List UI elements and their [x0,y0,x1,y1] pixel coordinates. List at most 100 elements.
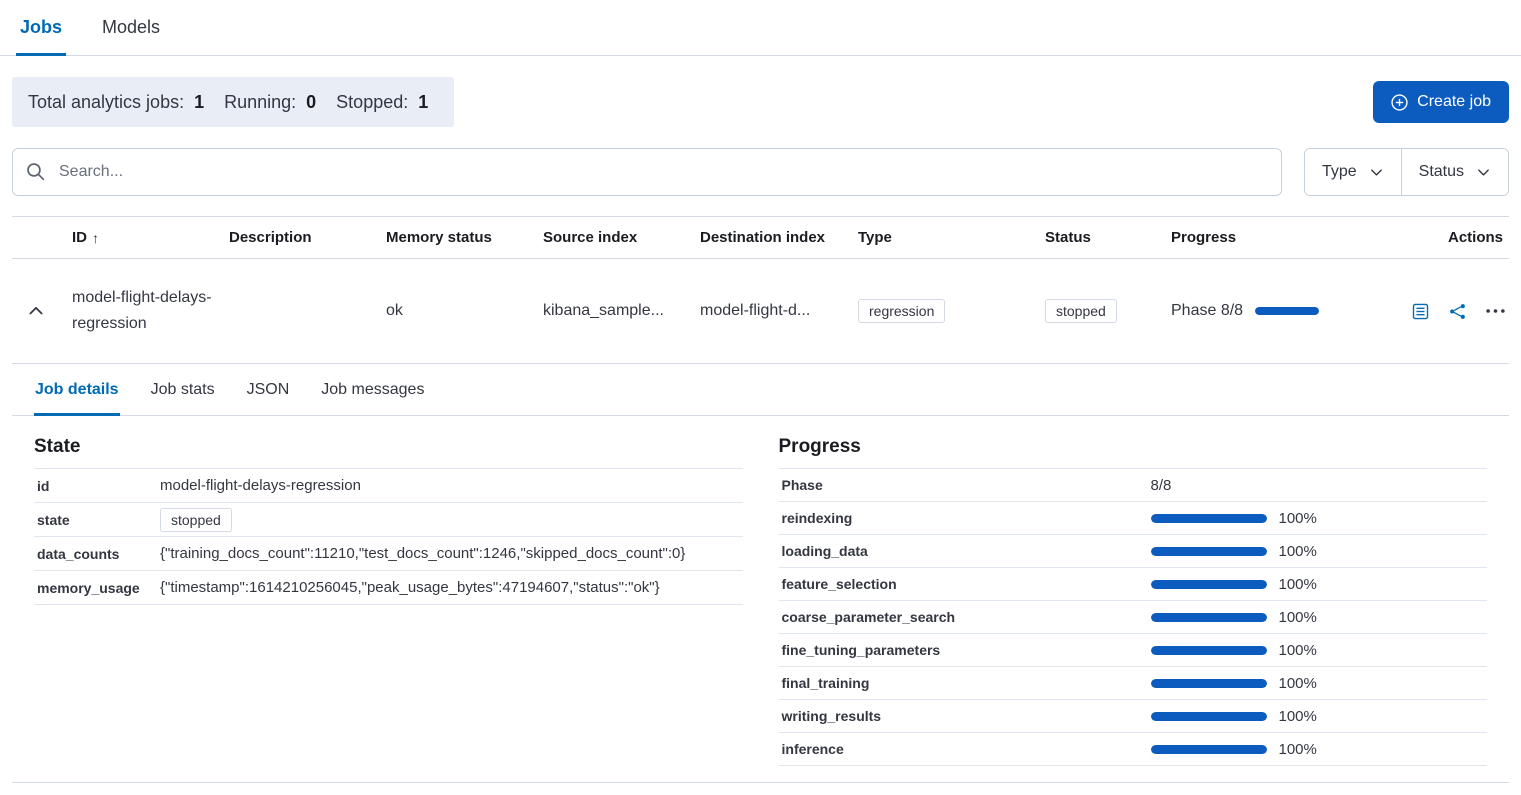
progress-bar [1151,745,1267,754]
progress-row-phase: Phase 8/8 [779,468,1488,501]
state-row-data-counts: data_counts {"training_docs_count":11210… [34,536,743,570]
column-header-description: Description [229,229,386,246]
state-row-id: id model-flight-delays-regression [34,468,743,502]
progress-row: feature_selection 100% [779,567,1488,600]
tab-jobs[interactable]: Jobs [18,0,64,55]
job-details-panel: Job details Job stats JSON Job messages … [12,363,1509,783]
create-job-label: Create job [1417,93,1491,111]
progress-table: Phase 8/8 reindexing 100% loading_data [779,468,1488,766]
progress-percent-label: 100% [1279,609,1317,626]
progress-row-label: feature_selection [779,576,1151,592]
column-header-id-label: ID [72,229,87,246]
state-row-value: {"training_docs_count":11210,"test_docs_… [160,545,743,562]
progress-section-title: Progress [779,436,1488,458]
state-section: State id model-flight-delays-regression … [34,436,743,605]
status-filter-button[interactable]: Status [1401,149,1508,195]
progress-row-label: coarse_parameter_search [779,609,1151,625]
progress-bar [1151,679,1267,688]
table-header-row: ID ↑ Description Memory status Source in… [12,216,1509,259]
search-filter-row: Type Status [12,148,1509,196]
progress-row-label: loading_data [779,543,1151,559]
progress-row-label: final_training [779,675,1151,691]
filter-group: Type Status [1304,148,1509,196]
progress-row-label: Phase [779,477,1151,493]
progress-row-label: fine_tuning_parameters [779,642,1151,658]
collapse-row-button[interactable] [25,300,47,322]
state-row-label: id [34,478,160,494]
job-details-content: State id model-flight-delays-regression … [12,416,1509,782]
progress-bar [1151,712,1267,721]
jobs-summary-panel: Total analytics jobs: 1 Running: 0 Stopp… [12,77,454,127]
progress-percent-label: 100% [1279,741,1317,758]
type-filter-label: Type [1322,163,1357,181]
status-filter-label: Status [1419,163,1464,181]
progress-row: final_training 100% [779,666,1488,699]
progress-percent-label: 100% [1279,642,1317,659]
progress-section: Progress Phase 8/8 reindexing 100% [779,436,1488,766]
tab-models[interactable]: Models [100,0,162,55]
progress-percent-label: 100% [1279,510,1317,527]
phase-value: 8/8 [1151,477,1488,494]
job-id-cell: model-flight-delays-regression [72,285,229,337]
progress-bar [1151,547,1267,556]
job-memory-status-cell: ok [386,302,543,320]
plus-circle-icon [1391,94,1408,111]
view-details-icon [1412,308,1429,323]
analytics-jobs-page: Jobs Models Total analytics jobs: 1 Runn… [0,0,1521,795]
tab-json[interactable]: JSON [246,364,291,415]
stopped-jobs-label: Stopped: [336,92,408,113]
progress-row: inference 100% [779,732,1488,765]
column-header-destination-index: Destination index [700,229,858,246]
job-progress-label: Phase 8/8 [1171,302,1243,320]
more-actions-button[interactable] [1484,306,1507,316]
tab-job-details[interactable]: Job details [34,364,120,415]
search-input[interactable] [12,148,1282,196]
state-row-value: model-flight-delays-regression [160,477,743,494]
chevron-down-icon [1369,165,1384,180]
column-header-actions: Actions [1400,229,1509,246]
job-type-badge: regression [858,299,945,323]
job-destination-index-cell: model-flight-d... [700,302,858,320]
state-section-title: State [34,436,743,458]
top-tab-bar: Jobs Models [0,0,1521,56]
state-row-label: state [34,512,160,528]
ellipsis-icon [1486,302,1505,317]
stopped-jobs-value: 1 [418,92,428,113]
column-header-memory-status: Memory status [386,229,543,246]
state-row-label: data_counts [34,546,160,562]
column-header-id[interactable]: ID ↑ [72,229,229,246]
progress-row-label: reindexing [779,510,1151,526]
column-header-source-index: Source index [543,229,700,246]
column-header-progress: Progress [1171,229,1400,246]
job-status-badge: stopped [1045,299,1117,323]
tab-job-messages[interactable]: Job messages [320,364,425,415]
progress-percent-label: 100% [1279,543,1317,560]
create-job-button[interactable]: Create job [1373,81,1509,123]
view-job-details-button[interactable] [1410,301,1431,322]
progress-percent-label: 100% [1279,708,1317,725]
progress-bar [1151,580,1267,589]
progress-row: loading_data 100% [779,534,1488,567]
toolbar: Total analytics jobs: 1 Running: 0 Stopp… [12,77,1509,127]
state-row-value: {"timestamp":1614210256045,"peak_usage_b… [160,579,743,596]
column-header-type: Type [858,229,1045,246]
state-row-label: memory_usage [34,580,160,596]
tab-job-stats[interactable]: Job stats [150,364,216,415]
running-jobs-label: Running: [224,92,296,113]
progress-bar [1151,613,1267,622]
progress-row-label: inference [779,741,1151,757]
state-row-state: state stopped [34,502,743,536]
job-source-index-cell: kibana_sample... [543,302,700,320]
state-row-memory-usage: memory_usage {"timestamp":1614210256045,… [34,570,743,604]
progress-row-label: writing_results [779,708,1151,724]
job-progress-bar [1255,307,1319,315]
analytics-map-button[interactable] [1447,301,1468,322]
column-header-status: Status [1045,229,1171,246]
total-jobs-value: 1 [194,92,204,113]
search-icon [26,162,45,181]
job-details-tab-bar: Job details Job stats JSON Job messages [12,364,1509,416]
progress-percent-label: 100% [1279,576,1317,593]
jobs-table: ID ↑ Description Memory status Source in… [12,216,1509,783]
running-jobs-value: 0 [306,92,316,113]
type-filter-button[interactable]: Type [1305,149,1401,195]
